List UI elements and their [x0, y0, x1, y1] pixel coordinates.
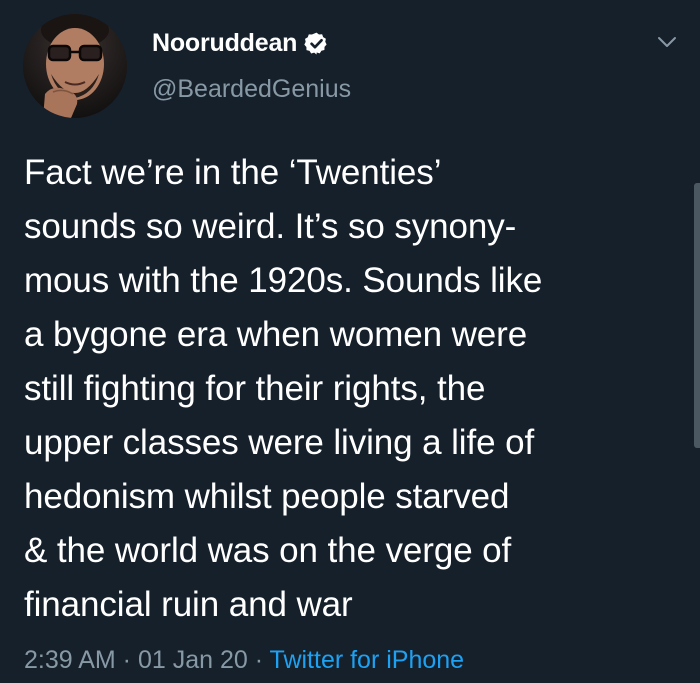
- chevron-down-icon[interactable]: [656, 34, 678, 50]
- verified-badge-icon: [304, 31, 329, 56]
- avatar[interactable]: [23, 14, 127, 118]
- tweet-meta: 2:39 AM · 01 Jan 20 · Twitter for iPhone: [24, 646, 464, 675]
- tweet-card: Nooruddean @BeardedGenius Fact we’re in …: [0, 0, 700, 683]
- tweet-date[interactable]: 01 Jan 20: [138, 646, 248, 674]
- tweet-time[interactable]: 2:39 AM: [24, 646, 116, 674]
- scrollbar[interactable]: [694, 183, 700, 448]
- display-name[interactable]: Nooruddean: [152, 29, 297, 58]
- tweet-text: Fact we’re in the ‘Twenties’ sounds so w…: [24, 153, 543, 624]
- user-handle[interactable]: @BeardedGenius: [152, 75, 351, 104]
- avatar-image: [23, 14, 127, 118]
- author-block: Nooruddean @BeardedGenius: [152, 28, 351, 104]
- tweet-source-link[interactable]: Twitter for iPhone: [270, 646, 465, 674]
- meta-separator: ·: [247, 646, 270, 674]
- name-row: Nooruddean: [152, 28, 351, 58]
- meta-separator: ·: [115, 646, 138, 674]
